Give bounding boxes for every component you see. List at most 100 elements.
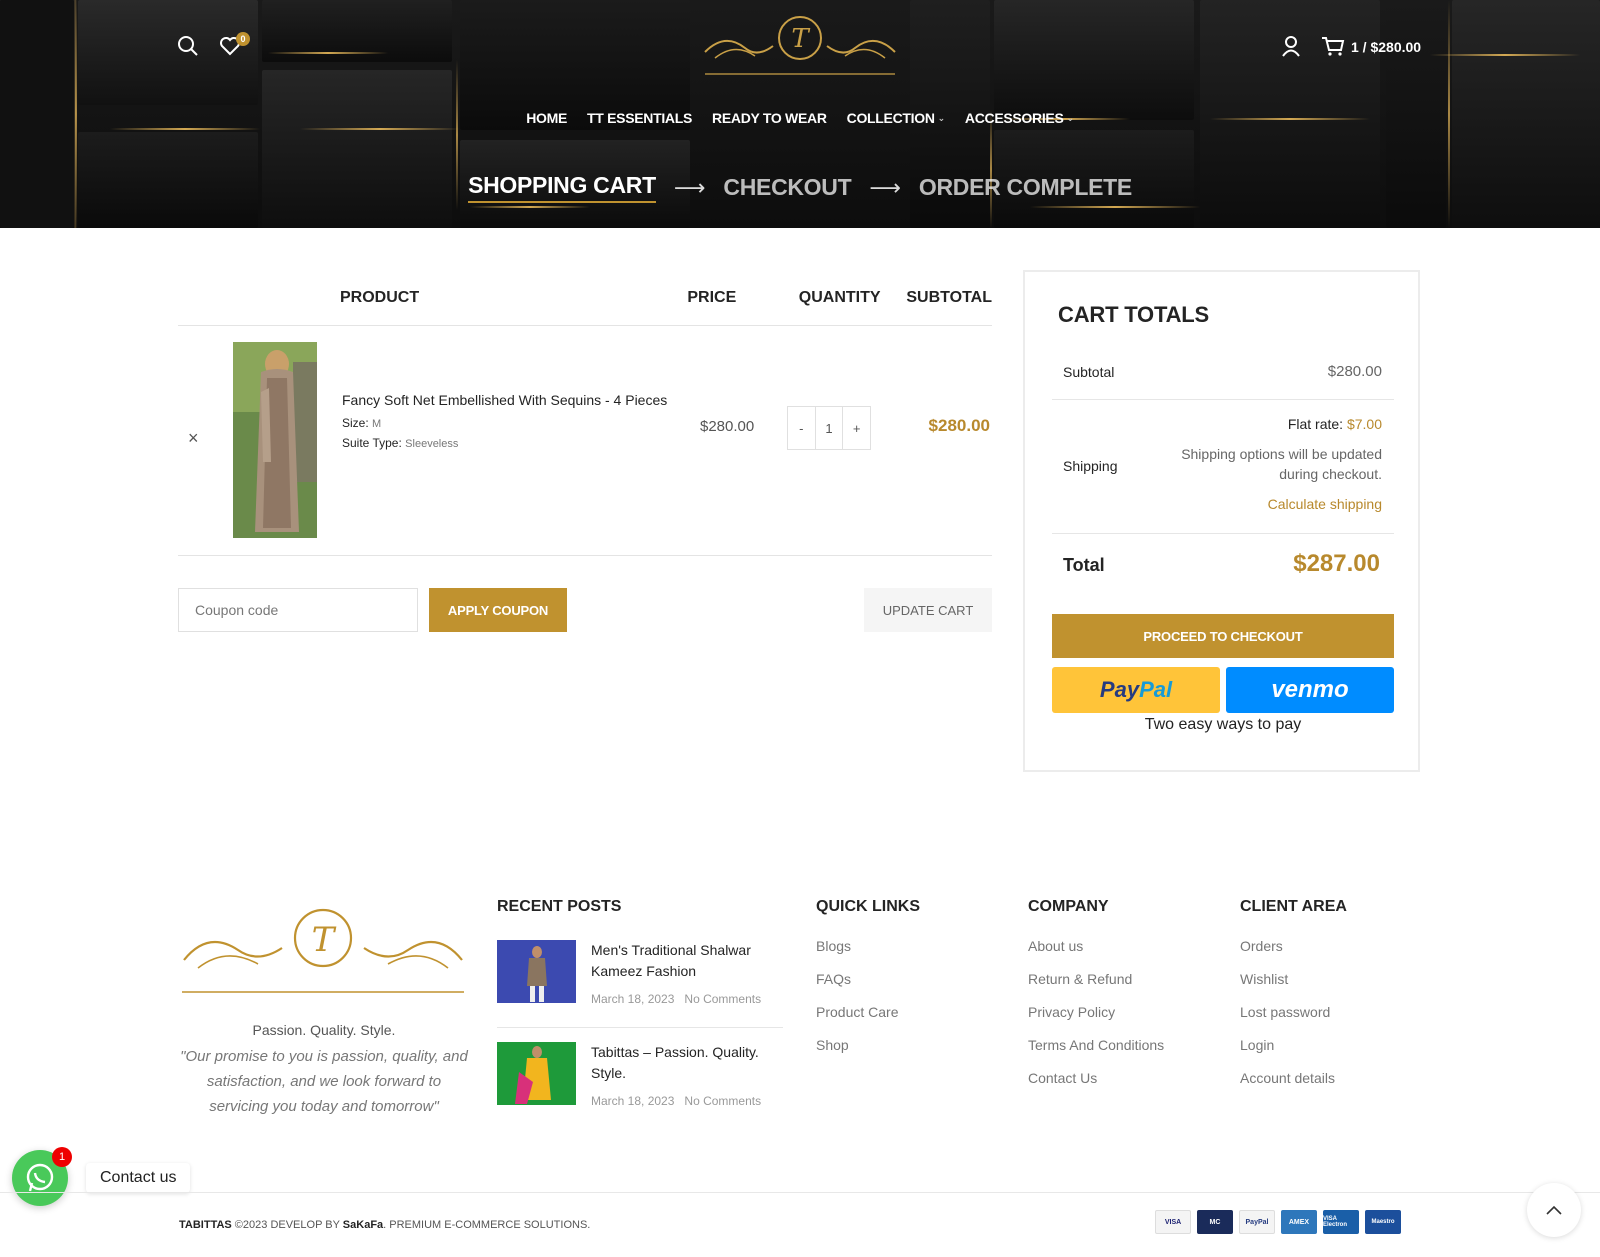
post-title[interactable]: Tabittas – Passion. Quality. Style. [591, 1042, 771, 1084]
wishlist-count-badge: 0 [236, 32, 250, 46]
recent-post: Men's Traditional Shalwar Kameez Fashion… [497, 940, 783, 1028]
product-name[interactable]: Fancy Soft Net Embellished With Sequins … [342, 392, 667, 408]
whatsapp-badge: 1 [52, 1147, 72, 1167]
post-thumbnail[interactable] [497, 940, 576, 1003]
cart-table-header: PRODUCT PRICE QUANTITY SUBTOTAL [178, 270, 992, 326]
quantity-increase-button[interactable]: + [843, 421, 870, 436]
quick-links-title: QUICK LINKS [816, 898, 920, 915]
footer-link-account-details[interactable]: Account details [1240, 1070, 1347, 1086]
chevron-up-icon [1546, 1205, 1562, 1215]
footer-link-return-refund[interactable]: Return & Refund [1028, 971, 1164, 987]
post-comments[interactable]: No Comments [684, 1094, 761, 1108]
step-order-complete: ORDER COMPLETE [918, 174, 1132, 200]
copyright-mid: ©2023 DEVELOP BY [231, 1219, 343, 1231]
nav-home[interactable]: HOME [526, 110, 567, 126]
search-icon[interactable] [176, 34, 200, 58]
cart-summary[interactable]: 1 / $280.00 [1351, 39, 1421, 55]
apply-coupon-button[interactable]: APPLY COUPON [429, 588, 567, 632]
quick-links: QUICK LINKS Blogs FAQs Product Care Shop [816, 898, 920, 1070]
whatsapp-icon [26, 1163, 54, 1192]
cart-icon[interactable] [1320, 34, 1346, 58]
subtotal-value: $280.00 [1327, 363, 1382, 380]
nav-label: ACCESSORIES [964, 110, 1064, 126]
footer-link-lost-password[interactable]: Lost password [1240, 1004, 1347, 1020]
post-meta: March 18, 2023 No Comments [591, 992, 761, 1006]
scroll-to-top-button[interactable] [1527, 1183, 1581, 1237]
footer-link-wishlist[interactable]: Wishlist [1240, 971, 1347, 987]
remove-item-icon[interactable]: × [188, 428, 199, 449]
coupon-input[interactable]: Coupon code [178, 588, 418, 632]
paypal-button[interactable]: Pay Pal [1052, 667, 1220, 713]
cart-totals-title: CART TOTALS [1058, 302, 1209, 327]
copyright-developer[interactable]: SaKaFa [343, 1219, 383, 1231]
calculate-shipping-link[interactable]: Calculate shipping [1181, 494, 1382, 514]
checkout-steps: SHOPPING CART ⟶ CHECKOUT ⟶ ORDER COMPLET… [0, 172, 1600, 203]
quantity-decrease-button[interactable]: - [788, 421, 815, 436]
visa-icon: VISA [1155, 1210, 1191, 1234]
suite-value: Sleeveless [405, 438, 459, 450]
total-value: $287.00 [1293, 550, 1380, 577]
shipping-note-line: during checkout. [1279, 466, 1382, 482]
footer-tagline: Passion. Quality. Style. [252, 1022, 396, 1038]
post-title[interactable]: Men's Traditional Shalwar Kameez Fashion [591, 940, 771, 982]
company-links: COMPANY About us Return & Refund Privacy… [1028, 898, 1164, 1103]
footer-link-blogs[interactable]: Blogs [816, 938, 920, 954]
amex-icon: AMEX [1281, 1210, 1317, 1234]
footer-link-contact[interactable]: Contact Us [1028, 1070, 1164, 1086]
svg-text:T: T [791, 24, 810, 54]
footer-link-shop[interactable]: Shop [816, 1037, 920, 1053]
footer-link-product-care[interactable]: Product Care [816, 1004, 920, 1020]
footer-link-orders[interactable]: Orders [1240, 938, 1347, 954]
product-size: Size: M [342, 416, 667, 430]
shipping-info: Flat rate: $7.00 Shipping options will b… [1181, 414, 1382, 514]
logo[interactable]: T [695, 12, 905, 84]
flat-rate: Flat rate: $7.00 [1181, 414, 1382, 434]
step-checkout[interactable]: CHECKOUT [723, 174, 851, 201]
proceed-to-checkout-button[interactable]: PROCEED TO CHECKOUT [1052, 614, 1394, 658]
footer-link-about[interactable]: About us [1028, 938, 1164, 954]
footer-link-faqs[interactable]: FAQs [816, 971, 920, 987]
nav-accessories[interactable]: ACCESSORIES ⌄ [965, 110, 1074, 126]
product-suite-type: Suite Type: Sleeveless [342, 436, 667, 450]
nav-tt-essentials[interactable]: TT ESSENTIALS [587, 110, 692, 126]
cart-totals: CART TOTALS Subtotal $280.00 Shipping Fl… [1023, 270, 1420, 772]
total-label: Total [1063, 555, 1105, 575]
quantity-stepper: - 1 + [787, 406, 871, 450]
nav-ready-to-wear[interactable]: READY TO WEAR [712, 110, 827, 126]
post-comments[interactable]: No Comments [684, 992, 761, 1006]
copyright: TABITTAS ©2023 DEVELOP BY SaKaFa. PREMIU… [179, 1219, 590, 1231]
nav-collection[interactable]: COLLECTION ⌄ [846, 110, 946, 126]
account-icon[interactable] [1279, 34, 1303, 58]
arrow-right-icon: ⟶ [673, 174, 706, 200]
footer-link-terms[interactable]: Terms And Conditions [1028, 1037, 1164, 1053]
footer-logo[interactable]: T [178, 906, 468, 998]
quantity-input[interactable]: 1 [814, 407, 844, 449]
recent-post: Tabittas – Passion. Quality. Style. Marc… [497, 1042, 783, 1112]
step-shopping-cart[interactable]: SHOPPING CART [468, 172, 656, 203]
header-price: PRICE [687, 288, 737, 306]
subtotal-label: Subtotal [1063, 364, 1115, 380]
post-date: March 18, 2023 [591, 992, 675, 1006]
suite-label: Suite Type: [342, 436, 402, 450]
size-value: M [372, 418, 382, 430]
update-cart-button[interactable]: UPDATE CART [864, 588, 992, 632]
cart-table: PRODUCT PRICE QUANTITY SUBTOTAL × Fancy … [178, 270, 992, 656]
footer-link-privacy[interactable]: Privacy Policy [1028, 1004, 1164, 1020]
visa-electron-icon: VISA Electron [1323, 1210, 1359, 1234]
nav-label: COLLECTION [846, 110, 935, 126]
mastercard-icon: MC [1197, 1210, 1233, 1234]
copyright-tail: . PREMIUM E-COMMERCE SOLUTIONS. [383, 1219, 591, 1231]
post-date: March 18, 2023 [591, 1094, 675, 1108]
size-label: Size: [342, 416, 369, 430]
shipping-note: Shipping options will be updated during … [1181, 444, 1382, 484]
two-ways-to-pay: Two easy ways to pay [1144, 716, 1302, 733]
nav-label: HOME [526, 110, 568, 126]
arrow-right-icon: ⟶ [869, 174, 901, 200]
company-title: COMPANY [1028, 898, 1109, 915]
footer-link-login[interactable]: Login [1240, 1037, 1347, 1053]
whatsapp-label[interactable]: Contact us [86, 1163, 191, 1193]
venmo-button[interactable]: venmo [1226, 667, 1394, 713]
header-subtotal: SUBTOTAL [906, 288, 992, 306]
post-thumbnail[interactable] [497, 1042, 576, 1105]
product-image[interactable] [233, 342, 317, 538]
